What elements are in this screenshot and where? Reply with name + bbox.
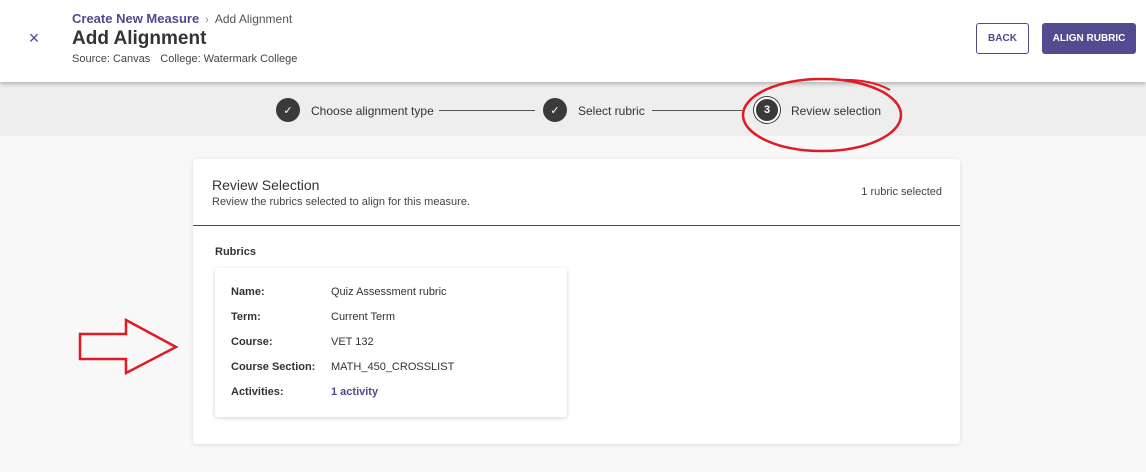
step-2-label: Select rubric	[578, 104, 645, 118]
rubric-name-row: Name: Quiz Assessment rubric	[231, 286, 561, 302]
breadcrumb: Create New Measure › Add Alignment	[72, 11, 292, 26]
breadcrumb-create-new-measure[interactable]: Create New Measure	[72, 11, 199, 26]
card-header: Review Selection Review the rubrics sele…	[193, 159, 960, 226]
step-2-check-icon: ✓	[543, 98, 567, 122]
step-connector	[439, 110, 535, 111]
card-title: Review Selection	[212, 177, 320, 193]
card-subtitle: Review the rubrics selected to align for…	[212, 196, 471, 208]
back-button[interactable]: BACK	[976, 23, 1029, 54]
rubric-activities-row: Activities: 1 activity	[231, 386, 561, 402]
annotation-arrow-icon	[78, 318, 179, 376]
activities-link[interactable]: 1 activity	[331, 386, 378, 398]
align-rubric-button[interactable]: ALIGN RUBRIC	[1042, 23, 1136, 54]
rubric-course-section-row: Course Section: MATH_450_CROSSLIST	[231, 361, 561, 377]
review-selection-card: Review Selection Review the rubrics sele…	[193, 159, 960, 444]
step-1-check-icon: ✓	[276, 98, 300, 122]
college-label: College: Watermark College	[160, 53, 298, 65]
step-3-number: 3	[754, 97, 780, 123]
close-icon[interactable]: ×	[24, 28, 44, 48]
step-connector	[652, 110, 742, 111]
step-1-label: Choose alignment type	[311, 104, 434, 118]
field-label: Term:	[231, 311, 261, 323]
rubric-count: 1 rubric selected	[861, 186, 942, 198]
rubric-term-value: Current Term	[331, 311, 395, 323]
chevron-right-icon: ›	[205, 14, 209, 26]
step-3-label: Review selection	[791, 104, 882, 118]
rubric-course-section-value: MATH_450_CROSSLIST	[331, 361, 455, 373]
field-label: Course:	[231, 336, 273, 348]
stepper: ✓ Choose alignment type ✓ Select rubric …	[0, 82, 1146, 136]
rubric-name-value: Quiz Assessment rubric	[331, 286, 447, 298]
page-header: × Create New Measure › Add Alignment Add A…	[0, 0, 1146, 82]
rubric-course-value: VET 132	[331, 336, 374, 348]
page-title: Add Alignment	[72, 28, 207, 49]
rubric-tile: Name: Quiz Assessment rubric Term: Curre…	[215, 268, 567, 417]
rubric-term-row: Term: Current Term	[231, 311, 561, 327]
rubrics-section-label: Rubrics	[215, 246, 256, 258]
page-meta: Source: Canvas College: Watermark College	[72, 53, 297, 65]
breadcrumb-current: Add Alignment	[214, 12, 293, 26]
field-label: Course Section:	[231, 361, 316, 373]
field-label: Name:	[231, 286, 265, 298]
field-label: Activities:	[231, 386, 284, 398]
source-label: Source: Canvas	[72, 53, 151, 65]
rubric-course-row: Course: VET 132	[231, 336, 561, 352]
